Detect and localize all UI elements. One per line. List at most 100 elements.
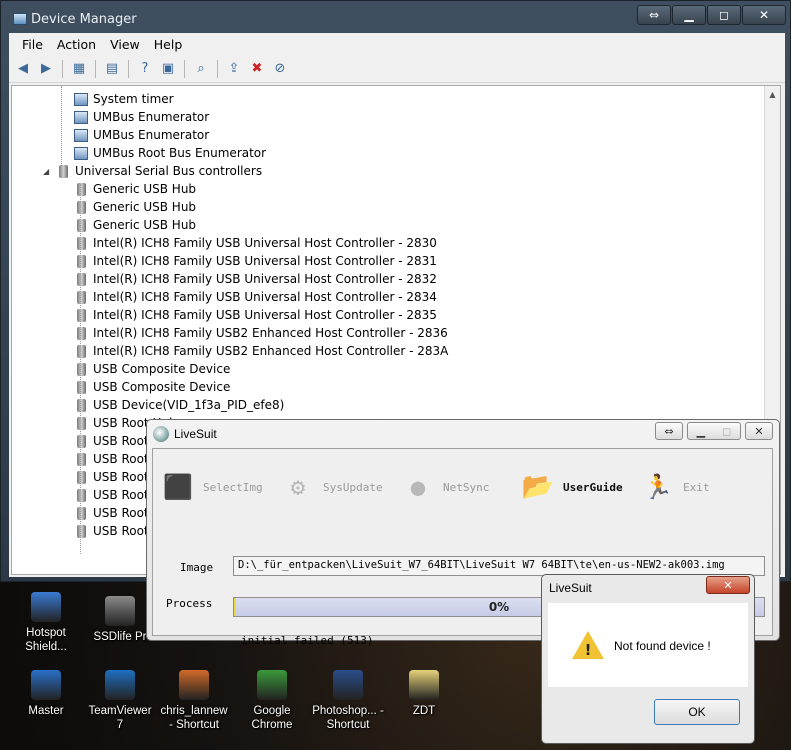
menu-action[interactable]: Action — [50, 37, 103, 52]
tree-row-label: UMBus Enumerator — [93, 110, 210, 124]
tree-row-label: UMBus Root Bus Enumerator — [93, 146, 267, 160]
usb-icon — [77, 290, 86, 304]
desktop-icon[interactable]: Google Chrome — [236, 670, 308, 732]
tree-row[interactable]: Intel(R) ICH8 Family USB2 Enhanced Host … — [74, 324, 448, 342]
action-pane-icon[interactable]: ▣ — [158, 59, 178, 79]
collapse-arrow-icon[interactable]: ◢ — [43, 167, 49, 176]
uninstall-icon[interactable]: ✖ — [247, 59, 267, 79]
tree-row-label: Generic USB Hub — [93, 218, 197, 232]
desktop-icon[interactable]: ZDT — [388, 670, 460, 718]
tree-row-label: Intel(R) ICH8 Family USB2 Enhanced Host … — [93, 344, 449, 358]
tree-row[interactable]: Generic USB Hub — [74, 198, 196, 216]
desktop-icon-label: ZDT — [412, 705, 436, 717]
properties-icon[interactable]: ▤ — [102, 59, 122, 79]
tree-row[interactable]: UMBus Enumerator — [74, 108, 209, 126]
tree-row[interactable]: Intel(R) ICH8 Family USB2 Enhanced Host … — [74, 342, 448, 360]
tree-row[interactable]: USB Device(VID_1f3a_PID_efe8) — [74, 396, 284, 414]
help-icon[interactable]: ? — [135, 59, 155, 79]
show-hide-console-tree-icon[interactable]: ▦ — [69, 59, 89, 79]
net-sync-button[interactable]: ● NetSync — [401, 470, 521, 504]
tree-row-label: Generic USB Hub — [93, 182, 197, 196]
back-icon[interactable]: ◀ — [13, 59, 33, 79]
forward-icon[interactable]: ▶ — [36, 59, 56, 79]
select-img-label: SelectImg — [203, 480, 263, 494]
toolbar-separator — [217, 59, 218, 78]
net-sync-label: NetSync — [443, 480, 490, 494]
usb-icon — [77, 200, 86, 214]
message-box-close-button[interactable]: ✕ — [706, 576, 750, 594]
usb-icon — [77, 344, 86, 358]
image-path-field[interactable]: D:\_für_entpacken\LiveSuit_W7_64BIT\Live… — [233, 556, 765, 576]
ok-button[interactable]: OK — [654, 699, 740, 725]
livesuit-logo-icon — [153, 426, 169, 442]
usb-icon — [77, 236, 86, 250]
menu-help[interactable]: Help — [147, 37, 190, 52]
close-button[interactable]: ✕ — [742, 5, 786, 25]
desktop-icon[interactable]: Hotspot Shield... — [10, 592, 82, 654]
process-label: Process — [166, 597, 213, 610]
desktop-icon[interactable]: Master — [10, 670, 82, 718]
message-box-title: LiveSuit — [549, 581, 592, 595]
usb-icon — [77, 218, 86, 232]
usb-icon — [77, 254, 86, 268]
desktop-shortcut-icon — [31, 670, 61, 700]
system-device-icon — [74, 146, 88, 160]
exit-button[interactable]: 🏃 Exit — [641, 470, 761, 504]
desktop-icon[interactable]: chris_lannew - Shortcut — [158, 670, 230, 732]
restore-arrows-button[interactable]: ⇔ — [637, 5, 671, 25]
tree-guide-line — [61, 86, 62, 166]
tree-row[interactable]: USB Composite Device — [74, 378, 230, 396]
tree-row[interactable]: Intel(R) ICH8 Family USB Universal Host … — [74, 306, 437, 324]
tree-row-label: Generic USB Hub — [93, 200, 197, 214]
user-guide-label: UserGuide — [563, 480, 623, 494]
tree-row[interactable]: Intel(R) ICH8 Family USB Universal Host … — [74, 288, 437, 306]
tree-row[interactable]: UMBus Root Bus Enumerator — [74, 144, 266, 162]
tree-row[interactable]: Intel(R) ICH8 Family USB Universal Host … — [74, 252, 437, 270]
scan-hardware-icon[interactable]: ⌕ — [191, 59, 211, 79]
usb-icon — [77, 452, 86, 466]
net-sync-icon: ● — [410, 473, 426, 501]
tree-row-label: Intel(R) ICH8 Family USB Universal Host … — [93, 254, 437, 268]
tree-row[interactable]: Intel(R) ICH8 Family USB Universal Host … — [74, 234, 437, 252]
device-manager-title-text: Device Manager — [31, 12, 137, 27]
select-img-button[interactable]: ⬛ SelectImg — [161, 470, 281, 504]
menu-view[interactable]: View — [103, 37, 147, 52]
desktop-shortcut-icon — [31, 592, 61, 622]
livesuit-resize-arrows-button[interactable]: ⇔ — [655, 422, 683, 440]
usb-icon — [77, 416, 86, 430]
usb-icon — [77, 362, 86, 376]
tree-row[interactable]: Universal Serial Bus controllers — [56, 162, 262, 180]
scroll-up-icon[interactable]: ▲ — [765, 86, 780, 102]
tree-row-label: Intel(R) ICH8 Family USB Universal Host … — [93, 308, 437, 322]
toolbar-separator — [62, 59, 63, 78]
tree-row[interactable]: System timer — [74, 90, 174, 108]
tree-row[interactable]: Generic USB Hub — [74, 216, 196, 234]
tree-row[interactable]: Generic USB Hub — [74, 180, 196, 198]
sys-update-button[interactable]: ⚙ SysUpdate — [281, 470, 401, 504]
sys-update-icon: ⚙ — [290, 473, 306, 501]
desktop-icon-label: Google Chrome — [251, 705, 293, 731]
tree-row-label: System timer — [93, 92, 174, 106]
desktop-shortcut-icon — [105, 596, 135, 626]
menu-file[interactable]: File — [15, 37, 50, 52]
disable-icon[interactable]: ⊘ — [270, 59, 290, 79]
menu-bar: File Action View Help — [9, 33, 785, 55]
message-box: LiveSuit ✕ ! Not found device ! OK — [541, 574, 755, 744]
livesuit-window-controls: ⇔ ▁ ◻ ✕ — [655, 422, 773, 440]
livesuit-minimize-button[interactable]: ▁ — [697, 425, 705, 438]
tree-row[interactable]: USB Composite Device — [74, 360, 230, 378]
update-driver-icon[interactable]: ⇪ — [224, 59, 244, 79]
user-guide-button[interactable]: 📂 UserGuide — [521, 470, 641, 504]
livesuit-close-button[interactable]: ✕ — [745, 422, 773, 440]
device-manager-icon — [13, 13, 27, 25]
livesuit-toolbar: ⬛ SelectImg ⚙ SysUpdate ● NetSync 📂 User… — [161, 459, 761, 515]
desktop-icon[interactable]: Photoshop... - Shortcut — [312, 670, 384, 732]
livesuit-maximize-button[interactable]: ◻ — [722, 425, 731, 438]
minimize-button[interactable]: ▁ — [672, 5, 706, 25]
usb-icon — [77, 380, 86, 394]
maximize-button[interactable]: ◻ — [707, 5, 741, 25]
desktop-icon[interactable]: TeamViewer 7 — [84, 670, 156, 732]
tree-row[interactable]: Intel(R) ICH8 Family USB Universal Host … — [74, 270, 437, 288]
tree-row-label: USB Device(VID_1f3a_PID_efe8) — [93, 398, 285, 412]
tree-row[interactable]: UMBus Enumerator — [74, 126, 209, 144]
